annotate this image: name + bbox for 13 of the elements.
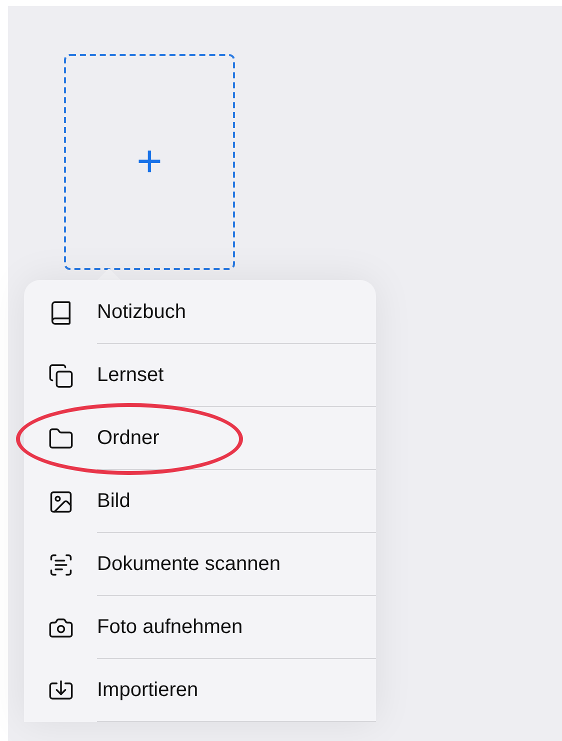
image-icon <box>48 488 74 514</box>
menu-item[interactable]: Dokumente scannen <box>97 549 280 579</box>
menu-item[interactable]: Bild <box>97 486 130 516</box>
folder-icon <box>48 426 74 452</box>
menu-item[interactable]: Ordner <box>97 423 160 453</box>
menu-item[interactable]: Foto aufnehmen <box>97 612 243 642</box>
document-scan-icon <box>48 552 74 578</box>
menu-item[interactable]: Importieren <box>97 675 198 705</box>
add-tile[interactable]: + <box>64 54 235 270</box>
menu-item[interactable]: Notizbuch <box>97 297 186 327</box>
plus-symbol: + <box>136 140 162 184</box>
menu-item[interactable]: Lernset <box>97 360 164 390</box>
stacked-cards-icon <box>48 362 74 388</box>
